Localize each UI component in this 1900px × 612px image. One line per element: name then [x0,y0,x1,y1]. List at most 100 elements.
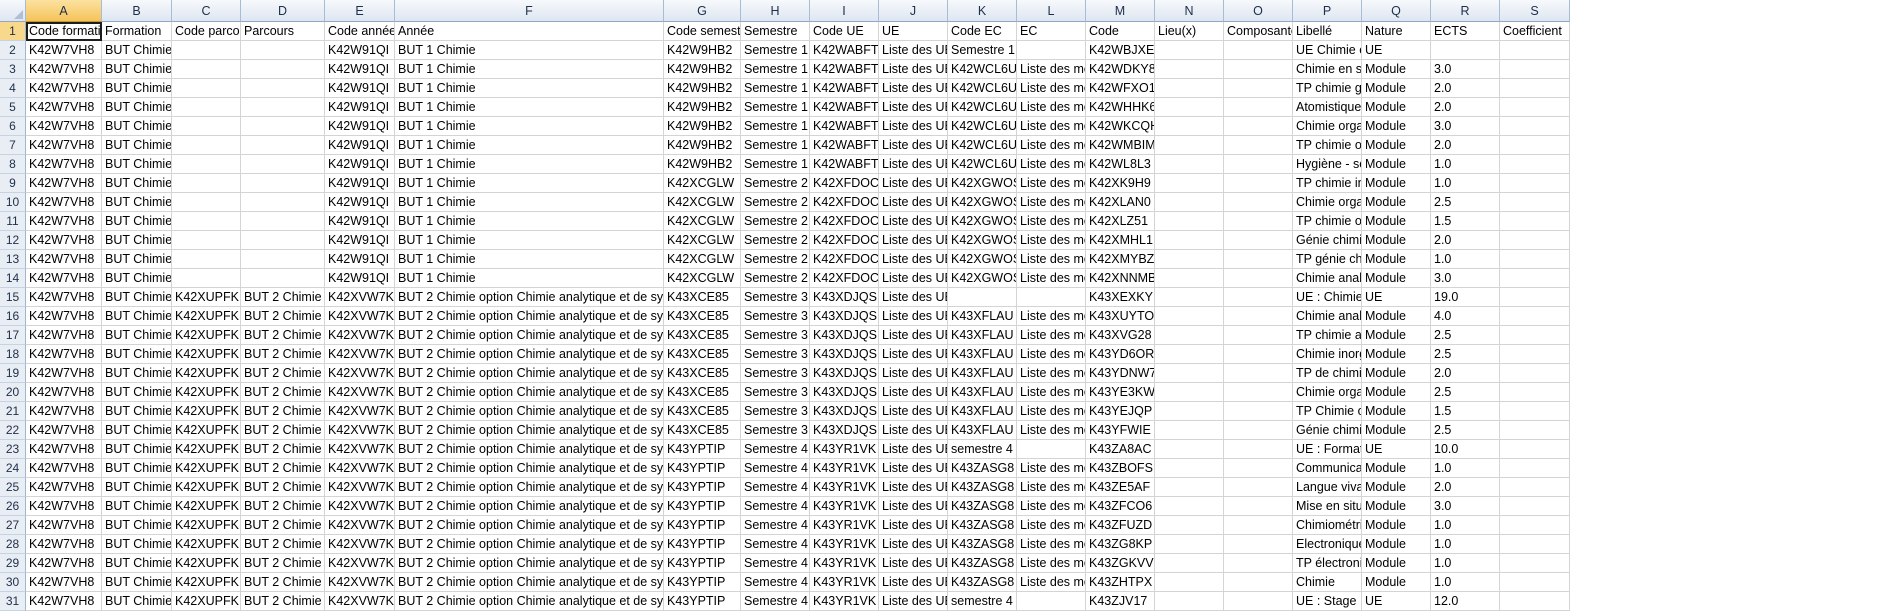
cell-b19[interactable]: BUT Chimie [102,364,172,383]
cell-j8[interactable]: Liste des UE S [879,155,948,174]
cell-a1[interactable]: Code formation [26,22,102,41]
cell-k15[interactable] [948,288,1017,307]
cell-f3[interactable]: BUT 1 Chimie [395,60,664,79]
cell-q23[interactable]: UE [1362,440,1431,459]
cell-k10[interactable]: K42XGWOS [948,193,1017,212]
cell-f24[interactable]: BUT 2 Chimie option Chimie analytique et… [395,459,664,478]
cell-f1[interactable]: Année [395,22,664,41]
row-header[interactable]: 21 [0,402,26,421]
cell-d28[interactable]: BUT 2 Chimie opt [241,535,325,554]
cell-s20[interactable] [1500,383,1570,402]
cell-n25[interactable] [1155,478,1224,497]
cell-g4[interactable]: K42W9HB2 [664,79,741,98]
cell-r11[interactable]: 1.5 [1431,212,1500,231]
cell-i12[interactable]: K42XFDOC [810,231,879,250]
cell-r10[interactable]: 2.5 [1431,193,1500,212]
cell-p19[interactable]: TP de chimie i [1293,364,1362,383]
cell-p1[interactable]: Libellé [1293,22,1362,41]
cell-q29[interactable]: Module [1362,554,1431,573]
cell-q13[interactable]: Module [1362,250,1431,269]
row-header[interactable]: 28 [0,535,26,554]
cell-n11[interactable] [1155,212,1224,231]
cell-s16[interactable] [1500,307,1570,326]
cell-i30[interactable]: K43YR1VK [810,573,879,592]
cell-p26[interactable]: Mise en situat [1293,497,1362,516]
cell-o11[interactable] [1224,212,1293,231]
cell-b17[interactable]: BUT Chimie [102,326,172,345]
cell-q1[interactable]: Nature [1362,22,1431,41]
cell-s24[interactable] [1500,459,1570,478]
cell-b10[interactable]: BUT Chimie [102,193,172,212]
cell-r22[interactable]: 2.5 [1431,421,1500,440]
cell-i16[interactable]: K43XDJQS [810,307,879,326]
cell-g10[interactable]: K42XCGLW [664,193,741,212]
cell-m19[interactable]: K43YDNW7 [1086,364,1155,383]
cell-p16[interactable]: Chimie analyt [1293,307,1362,326]
cell-h16[interactable]: Semestre 3 [741,307,810,326]
cell-h6[interactable]: Semestre 1 [741,117,810,136]
cell-e15[interactable]: K42XVW7K [325,288,395,307]
cell-p25[interactable]: Langue vivant [1293,478,1362,497]
cell-a12[interactable]: K42W7VH8 [26,231,102,250]
cell-j13[interactable]: Liste des UE S [879,250,948,269]
cell-l21[interactable]: Liste des mod [1017,402,1086,421]
cell-q14[interactable]: Module [1362,269,1431,288]
cell-q2[interactable]: UE [1362,41,1431,60]
cell-b3[interactable]: BUT Chimie [102,60,172,79]
cell-e23[interactable]: K42XVW7K [325,440,395,459]
cell-a31[interactable]: K42W7VH8 [26,592,102,611]
cell-m20[interactable]: K43YE3KW [1086,383,1155,402]
cell-d24[interactable]: BUT 2 Chimie opt [241,459,325,478]
cell-o8[interactable] [1224,155,1293,174]
cell-c17[interactable]: K42XUPFK [172,326,241,345]
cell-h25[interactable]: Semestre 4 [741,478,810,497]
column-header-n[interactable]: N [1155,0,1224,22]
cell-o17[interactable] [1224,326,1293,345]
row-header[interactable]: 20 [0,383,26,402]
cell-d1[interactable]: Parcours [241,22,325,41]
cell-q7[interactable]: Module [1362,136,1431,155]
cell-f20[interactable]: BUT 2 Chimie option Chimie analytique et… [395,383,664,402]
cell-o29[interactable] [1224,554,1293,573]
cell-j27[interactable]: Liste des UE s [879,516,948,535]
cell-p21[interactable]: TP Chimie org [1293,402,1362,421]
cell-l27[interactable]: Liste des mod [1017,516,1086,535]
cell-r29[interactable]: 1.0 [1431,554,1500,573]
cell-o27[interactable] [1224,516,1293,535]
cell-d7[interactable] [241,136,325,155]
cell-m18[interactable]: K43YD6OR [1086,345,1155,364]
cell-p20[interactable]: Chimie organi [1293,383,1362,402]
cell-c29[interactable]: K42XUPFK [172,554,241,573]
cell-m28[interactable]: K43ZG8KP [1086,535,1155,554]
cell-q25[interactable]: Module [1362,478,1431,497]
cell-f16[interactable]: BUT 2 Chimie option Chimie analytique et… [395,307,664,326]
cell-g3[interactable]: K42W9HB2 [664,60,741,79]
cell-s4[interactable] [1500,79,1570,98]
cell-h2[interactable]: Semestre 1 [741,41,810,60]
cell-g31[interactable]: K43YPTIP [664,592,741,611]
cell-n28[interactable] [1155,535,1224,554]
cell-f25[interactable]: BUT 2 Chimie option Chimie analytique et… [395,478,664,497]
cell-d9[interactable] [241,174,325,193]
row-header[interactable]: 4 [0,79,26,98]
cell-g27[interactable]: K43YPTIP [664,516,741,535]
cell-p17[interactable]: TP chimie ana [1293,326,1362,345]
row-header[interactable]: 15 [0,288,26,307]
cell-r20[interactable]: 2.5 [1431,383,1500,402]
cell-i18[interactable]: K43XDJQS [810,345,879,364]
cell-o6[interactable] [1224,117,1293,136]
cell-i9[interactable]: K42XFDOC [810,174,879,193]
cell-j6[interactable]: Liste des UE S [879,117,948,136]
cell-k14[interactable]: K42XGWOS [948,269,1017,288]
cell-g13[interactable]: K42XCGLW [664,250,741,269]
cell-j24[interactable]: Liste des UE s [879,459,948,478]
cell-l10[interactable]: Liste des mod [1017,193,1086,212]
cell-q27[interactable]: Module [1362,516,1431,535]
cell-h5[interactable]: Semestre 1 [741,98,810,117]
cell-e9[interactable]: K42W91QI [325,174,395,193]
cell-j25[interactable]: Liste des UE s [879,478,948,497]
cell-l14[interactable]: Liste des mod [1017,269,1086,288]
cell-j10[interactable]: Liste des UE S [879,193,948,212]
cell-g14[interactable]: K42XCGLW [664,269,741,288]
cell-n6[interactable] [1155,117,1224,136]
